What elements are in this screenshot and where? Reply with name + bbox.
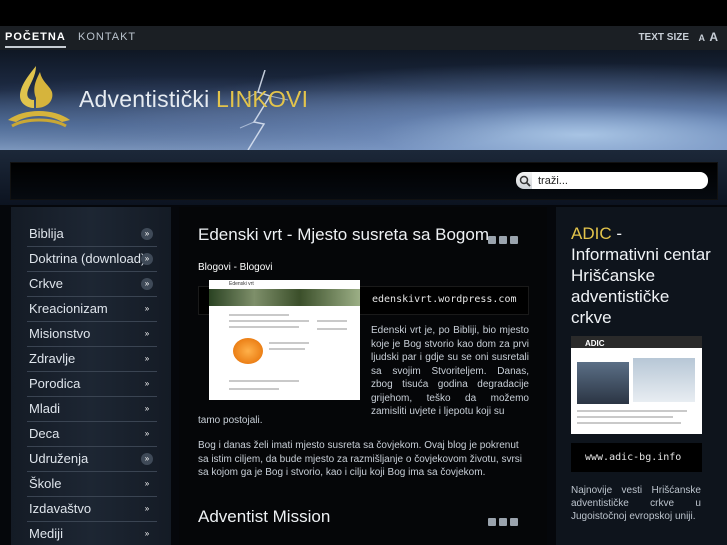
sidebar-item-label: Izdavaštvo — [29, 501, 92, 516]
text-size-label: TEXT SIZE — [638, 32, 689, 43]
sidebar-item-porodica[interactable]: Porodica » — [27, 372, 157, 397]
adic-url[interactable]: www.adic-bg.info — [585, 452, 681, 463]
church-logo-icon[interactable] — [6, 64, 72, 128]
thumbnail-banner — [209, 289, 360, 306]
article-body-tail: tamo postojali. — [198, 415, 263, 426]
email-icon[interactable] — [510, 518, 518, 526]
chevron-right-icon: » — [144, 404, 150, 413]
chevron-right-icon: » — [144, 429, 150, 438]
adic-logo-text: ADIC — [585, 339, 605, 348]
sidebar-item-label: Mediji — [29, 526, 63, 541]
sidebar-item-label: Crkve — [29, 276, 63, 291]
thumbnail-text-line — [317, 328, 347, 330]
thumbnail-text-line — [577, 422, 681, 424]
adic-description: Najnovije vesti Hrišćanske adventističke… — [571, 485, 701, 522]
email-icon[interactable] — [510, 236, 518, 244]
sidebar-item-crkve[interactable]: Crkve » — [27, 272, 157, 297]
thumbnail-map — [633, 358, 695, 402]
chevron-right-icon: » — [144, 304, 150, 313]
article-url[interactable]: edenskivrt.wordpress.com — [372, 294, 517, 305]
sidebar-item-label: Porodica — [29, 376, 81, 391]
search-input[interactable] — [532, 172, 708, 189]
sidebar-item-udruzenja[interactable]: Udruženja » — [27, 447, 157, 472]
sidebar-item-label: Doktrina (download) — [29, 251, 146, 266]
thumbnail-text-line — [229, 326, 299, 328]
header-banner: Adventistički LINKOVI — [0, 50, 727, 150]
thumbnail-photo — [577, 362, 629, 404]
chevron-right-icon: » — [144, 354, 150, 363]
sidebar-item-kreacionizam[interactable]: Kreacionizam » — [27, 297, 157, 322]
article-category[interactable]: Blogovi - Blogovi — [198, 262, 272, 273]
sidebar-item-deca[interactable]: Deca » — [27, 422, 157, 447]
article-actions — [488, 518, 518, 526]
article-paragraph: Bog i danas želi imati mjesto susreta sa… — [198, 440, 522, 478]
adic-website-thumbnail[interactable]: ADIC — [571, 336, 702, 434]
thumbnail-title: Edenski vrt — [229, 281, 254, 287]
site-title-main: Adventistički — [79, 86, 217, 112]
sidebar-item-zdravlje[interactable]: Zdravlje » — [27, 347, 157, 372]
sidebar-item-label: Mladi — [29, 401, 61, 416]
sidebar-menu: Biblija» Doktrina (download)» Crkve» Kre… — [27, 222, 157, 545]
article-title[interactable]: Edenski vrt - Mjesto susreta sa Bogom — [198, 225, 489, 245]
nav-link-home[interactable]: POČETNA — [5, 31, 66, 48]
article-thumbnail[interactable]: Edenski vrt — [209, 280, 360, 400]
print-icon[interactable] — [499, 518, 507, 526]
sidebar-item-label: Zdravlje — [29, 351, 76, 366]
chevron-right-icon: » — [144, 504, 150, 513]
thumbnail-text-line — [229, 388, 279, 390]
thumbnail-text-line — [577, 416, 673, 418]
sidebar-item-label: Udruženja — [29, 451, 89, 466]
chevron-right-icon: » — [144, 529, 150, 538]
sidebar-item-skole[interactable]: Škole » — [27, 472, 157, 497]
chevron-right-icon: » — [144, 329, 150, 338]
chevron-right-icon: » — [141, 453, 153, 465]
nav-link-contact[interactable]: KONTAKT — [78, 31, 136, 43]
chevron-right-icon: » — [144, 379, 150, 388]
pdf-icon[interactable] — [488, 518, 496, 526]
chevron-right-icon: » — [141, 253, 153, 265]
thumbnail-text-line — [269, 348, 305, 350]
sidebar-item-doktrina[interactable]: Doktrina (download)» — [27, 247, 157, 272]
thumbnail-text-line — [317, 320, 347, 322]
thumbnail-text-line — [229, 314, 289, 316]
article-title[interactable]: Adventist Mission — [198, 507, 330, 527]
thumbnail-text-line — [229, 380, 299, 382]
sidebar-item-label: Škole — [29, 476, 62, 491]
thumbnail-text-line — [577, 410, 687, 412]
sidebar-item-mediji[interactable]: Mediji » — [27, 522, 157, 545]
sidebar-item-mladi[interactable]: Mladi » — [27, 397, 157, 422]
chevron-right-icon: » — [144, 479, 150, 488]
text-size-large-button[interactable]: A — [709, 30, 718, 44]
pdf-icon[interactable] — [488, 236, 496, 244]
chevron-right-icon: » — [141, 278, 153, 290]
sidebar-item-label: Misionstvo — [29, 326, 91, 341]
adic-title[interactable]: ADIC - Informativni centar Hrišćanske ad… — [571, 223, 711, 328]
sidebar-item-misionstvo[interactable]: Misionstvo » — [27, 322, 157, 347]
thumbnail-text-line — [229, 320, 309, 322]
site-title[interactable]: Adventistički LINKOVI — [79, 86, 308, 113]
sidebar-item-izdavastvo[interactable]: Izdavaštvo » — [27, 497, 157, 522]
print-icon[interactable] — [499, 236, 507, 244]
article-actions — [488, 236, 518, 244]
sidebar-item-biblija[interactable]: Biblija » — [27, 222, 157, 247]
article-body: Edenski vrt je, po Bibliji, bio mjesto k… — [371, 325, 529, 417]
chevron-right-icon: » — [141, 228, 153, 240]
text-size-small-button[interactable]: A — [699, 33, 706, 43]
sidebar-item-label: Biblija — [29, 226, 64, 241]
sidebar-item-label: Kreacionizam — [29, 301, 108, 316]
sidebar-item-label: Deca — [29, 426, 60, 441]
thumbnail-text-line — [269, 342, 309, 344]
site-title-highlight: LINKOVI — [216, 86, 309, 112]
adic-title-highlight: ADIC — [571, 224, 612, 243]
thumbnail-pumpkin-image — [233, 338, 263, 364]
